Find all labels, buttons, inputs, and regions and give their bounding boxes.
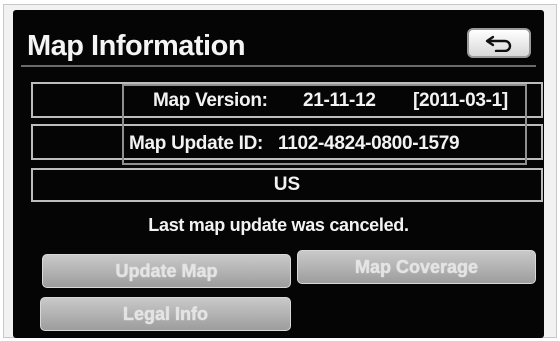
page-title: Map Information <box>27 30 246 62</box>
update-map-button[interactable]: Update Map <box>42 254 291 288</box>
map-update-id-value: 1102-4824-0800-1579 <box>278 133 460 154</box>
back-button[interactable] <box>467 28 531 58</box>
map-coverage-button[interactable]: Map Coverage <box>297 250 536 284</box>
legal-info-button[interactable]: Legal Info <box>40 297 291 331</box>
back-arrow-icon <box>484 34 514 52</box>
map-update-id-label: Map Update ID: <box>129 133 264 154</box>
title-divider <box>21 65 536 67</box>
map-information-screen: Map Information Map Version: 21-11-12 [2… <box>13 10 544 338</box>
status-message: Last map update was canceled. <box>148 215 409 235</box>
map-version-label: Map Version: <box>153 90 268 111</box>
map-version-date: [2011-03-1] <box>413 90 508 111</box>
map-version-value: 21-11-12 <box>303 90 376 111</box>
region-value: US <box>273 174 301 195</box>
